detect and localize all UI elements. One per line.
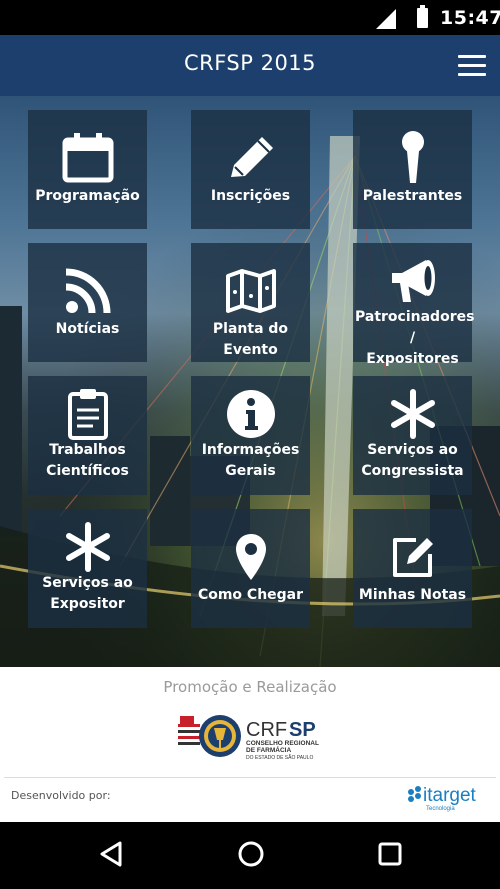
app-title: CRFSP 2015 — [183, 51, 317, 75]
crf-sp-logo[interactable]: CRF SP CONSELHO REGIONAL DE FARMÁCIA DO … — [178, 712, 320, 766]
tile-palestrantes[interactable]: Palestrantes — [353, 110, 472, 229]
microphone-icon — [353, 130, 472, 186]
tile-minhas-notas[interactable]: Minhas Notas — [353, 509, 472, 628]
svg-text:DE FARMÁCIA: DE FARMÁCIA — [246, 745, 291, 754]
svg-text:itarget: itarget — [423, 785, 477, 806]
tile-inscricoes[interactable]: Inscrições — [191, 110, 310, 229]
tile-trabalhos-cientificos[interactable]: Trabalhos Científicos — [28, 376, 147, 495]
tile-patrocinadores-expositores[interactable]: Patrocinadores / Expositores — [353, 243, 474, 367]
svg-text:Tecnologia: Tecnologia — [426, 806, 455, 812]
recents-icon[interactable] — [377, 840, 403, 868]
tile-label: Como Chegar — [197, 587, 304, 603]
tile-servicos-expositor[interactable]: Serviços ao Expositor — [28, 509, 147, 628]
tile-label: Planta do Evento — [212, 321, 289, 358]
svg-text:SP: SP — [289, 719, 316, 741]
footer-divider — [4, 777, 496, 778]
tile-informacoes-gerais[interactable]: Informações Gerais — [191, 376, 310, 495]
tile-servicos-congressista[interactable]: Serviços ao Congressista — [353, 376, 472, 495]
info-icon — [191, 388, 310, 440]
home-icon[interactable] — [237, 840, 265, 868]
footer: Promoção e Realização CRF SP CONSELHO RE… — [0, 667, 500, 822]
clipboard-icon — [28, 388, 147, 440]
hamburger-menu-icon[interactable] — [458, 53, 486, 77]
edit-note-icon — [353, 529, 472, 585]
status-time: 15:47 — [440, 7, 500, 29]
battery-icon — [417, 5, 428, 28]
signal-icon — [376, 9, 396, 29]
tile-label: Serviços ao Expositor — [42, 575, 133, 612]
tile-planta-do-evento[interactable]: Planta do Evento — [191, 243, 310, 362]
map-pin-icon — [191, 529, 310, 585]
tile-noticias[interactable]: Notícias — [28, 243, 147, 362]
tile-label: Notícias — [55, 321, 120, 337]
promo-text: Promoção e Realização — [163, 678, 337, 696]
svg-text:CONSELHO REGIONAL: CONSELHO REGIONAL — [246, 740, 319, 747]
tile-label: Serviços ao Congressista — [361, 442, 464, 479]
asterisk-icon — [28, 521, 147, 573]
tile-label: Trabalhos Científicos — [46, 442, 129, 479]
pencil-icon — [191, 130, 310, 186]
tile-label: Inscrições — [210, 188, 291, 204]
svg-text:DO ESTADO DE SÃO PAULO: DO ESTADO DE SÃO PAULO — [246, 754, 313, 761]
asterisk-icon — [353, 388, 472, 440]
tile-programacao[interactable]: Programação — [28, 110, 147, 229]
app-bar: CRFSP 2015 — [0, 35, 500, 96]
tile-como-chegar[interactable]: Como Chegar — [191, 509, 310, 628]
svg-text:CRF: CRF — [246, 719, 287, 741]
hero-background: Programação Inscrições Palestrantes Notí… — [0, 96, 500, 667]
megaphone-icon — [353, 255, 472, 307]
tile-label: Minhas Notas — [358, 587, 467, 603]
back-icon[interactable] — [98, 840, 124, 868]
developed-by-label: Desenvolvido por: — [11, 789, 111, 802]
status-bar: 15:47 — [0, 0, 500, 35]
calendar-icon — [28, 130, 147, 186]
system-nav-bar — [0, 822, 500, 889]
tile-label: Patrocinadores / Expositores — [355, 309, 475, 367]
tile-label: Programação — [35, 188, 140, 204]
rss-icon — [28, 263, 147, 319]
map-icon — [191, 263, 310, 319]
tile-label: Palestrantes — [362, 188, 463, 204]
tile-label: Informações Gerais — [201, 442, 300, 479]
itarget-logo[interactable]: itarget Tecnologia — [406, 784, 494, 812]
